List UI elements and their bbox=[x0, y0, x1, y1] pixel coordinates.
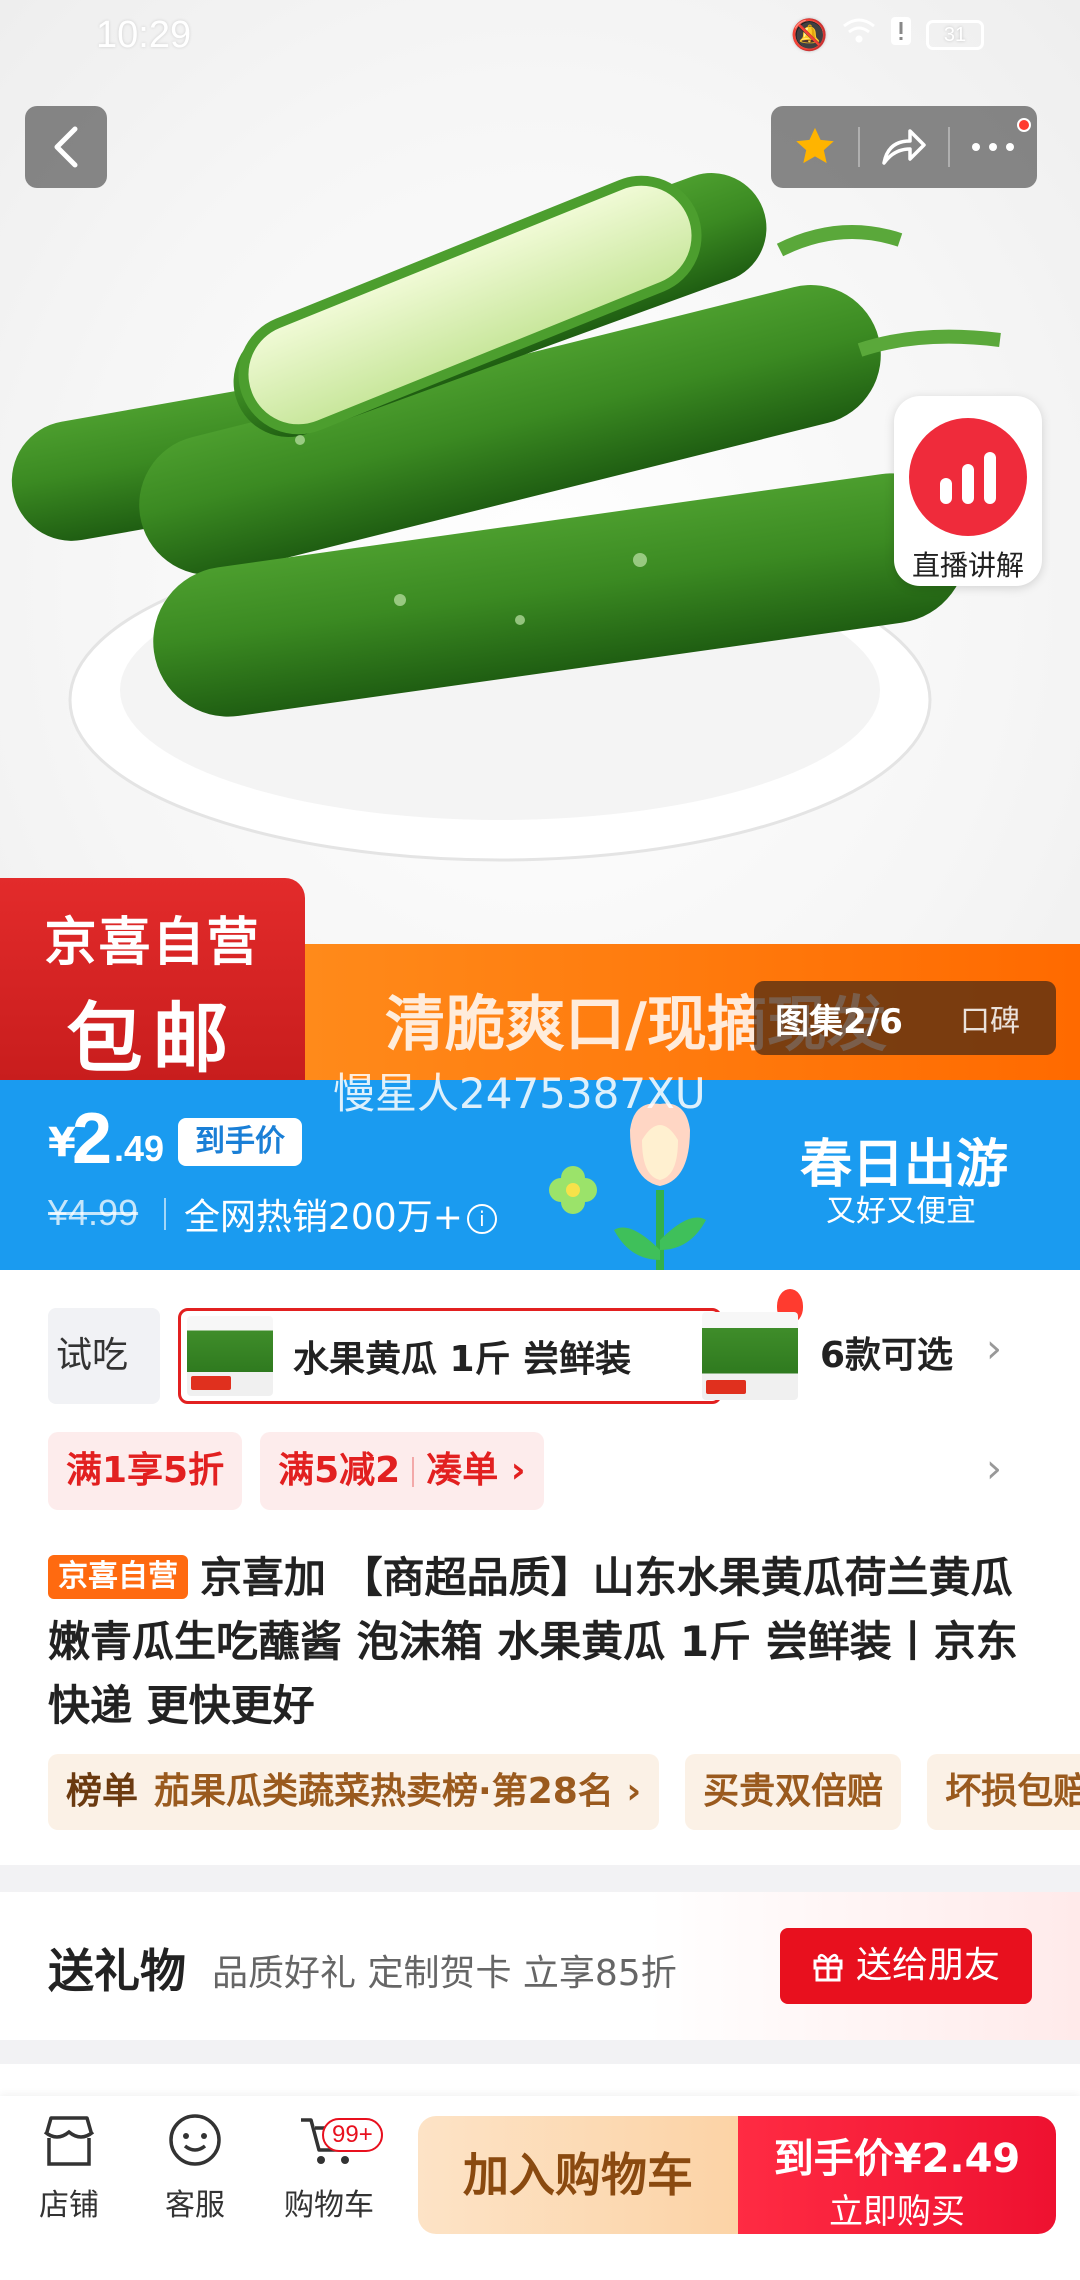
price-decimal: .49 bbox=[114, 1128, 165, 1169]
chevron-right-icon[interactable]: › bbox=[986, 1326, 1002, 1372]
ranking-label: 榜单 bbox=[66, 1771, 139, 1812]
status-bar: 10:29 🔕 31 bbox=[0, 0, 1080, 76]
nav-cart-label: 购物车 bbox=[284, 2188, 374, 2223]
hot-sales-text[interactable]: 全网热销200万+ i bbox=[184, 1188, 497, 1240]
nav-service[interactable]: 客服 bbox=[130, 2112, 260, 2224]
badge-row: 榜单 茄果瓜类蔬菜热卖榜·第28名 › 买贵双倍赔 坏损包赔 bbox=[48, 1754, 1080, 1830]
buy-price-label: 到手价¥2.49 bbox=[773, 2136, 1021, 2182]
mute-icon: 🔕 bbox=[790, 17, 828, 53]
live-bars-icon bbox=[909, 418, 1027, 536]
variant-option-selected[interactable]: 水果黄瓜 1斤 尝鲜装 bbox=[178, 1289, 803, 1404]
send-gift-button[interactable]: 送给朋友 bbox=[780, 1928, 1032, 2004]
send-gift-label: 送给朋友 bbox=[855, 1945, 1000, 1986]
variant-label: 水果黄瓜 1斤 尝鲜装 bbox=[293, 1339, 632, 1380]
gift-subtitle: 品质好礼 定制贺卡 立享85折 bbox=[212, 1953, 677, 1994]
product-detail-page: 10:29 🔕 31 直播讲解 京喜自营 包邮 清脆爽口/现摘现发 图集2/6 … bbox=[0, 0, 1080, 2280]
status-icons: 🔕 31 bbox=[791, 16, 984, 54]
variant-thumbnail bbox=[187, 1316, 273, 1396]
price-guarantee-badge[interactable]: 买贵双倍赔 bbox=[685, 1754, 902, 1830]
gallery-counter-tab[interactable]: 图集2/6 bbox=[754, 994, 924, 1043]
wifi-icon bbox=[842, 17, 876, 53]
star-icon bbox=[795, 127, 834, 164]
jingxi-badge: 京喜自营 包邮 bbox=[0, 878, 305, 1083]
coupon-row: 满1享5折 满5减2 凑单 › bbox=[48, 1432, 544, 1510]
ranking-text: 茄果瓜类蔬菜热卖榜·第28名 › bbox=[154, 1771, 642, 1812]
chevron-right-icon[interactable]: › bbox=[986, 1446, 1002, 1492]
trial-label[interactable]: 试吃 bbox=[48, 1308, 160, 1404]
reviews-tab[interactable]: 口碑 bbox=[924, 996, 1056, 1040]
badge-line2: 包邮 bbox=[66, 994, 239, 1083]
original-price: ¥4.99 bbox=[48, 1192, 139, 1233]
buy-now-button[interactable]: 到手价¥2.49 立即购买 bbox=[738, 2116, 1056, 2234]
customer-service-icon bbox=[169, 2114, 221, 2166]
share-button[interactable] bbox=[860, 106, 947, 188]
nav-store[interactable]: 店铺 bbox=[4, 2112, 134, 2224]
top-action-group bbox=[771, 106, 1037, 188]
chevron-left-icon bbox=[54, 126, 78, 168]
add-to-cart-button[interactable]: 加入购物车 bbox=[418, 2116, 738, 2234]
more-button[interactable] bbox=[950, 106, 1037, 188]
variant-selector: 试吃 水果黄瓜 1斤 尝鲜装 6款可选 › bbox=[48, 1289, 1058, 1404]
user-watermark: 慢星人2475387XU bbox=[333, 1069, 706, 1118]
variant-thumbnail-2[interactable] bbox=[702, 1312, 798, 1400]
hot-sales-label: 全网热销200万+ bbox=[184, 1197, 463, 1238]
live-explain-label: 直播讲解 bbox=[911, 549, 1024, 582]
coupon-discount[interactable]: 满1享5折 bbox=[48, 1432, 243, 1510]
notification-dot bbox=[1016, 118, 1031, 132]
product-title-text: 京喜加 【商超品质】山东水果黄瓜荷兰黄瓜嫩青瓜生吃蘸酱 泡沫箱 水果黄瓜 1斤 … bbox=[48, 1553, 1018, 1730]
share-icon bbox=[882, 129, 926, 165]
back-button[interactable] bbox=[25, 106, 107, 188]
info-icon[interactable]: i bbox=[466, 1204, 497, 1234]
favorite-button[interactable] bbox=[771, 106, 858, 188]
gift-icon bbox=[813, 1953, 843, 1982]
divider bbox=[412, 1457, 415, 1487]
final-price-tag: 到手价 bbox=[178, 1118, 302, 1166]
price-integer: 2 bbox=[72, 1099, 113, 1179]
nav-store-label: 店铺 bbox=[39, 2188, 99, 2223]
nav-service-label: 客服 bbox=[165, 2188, 225, 2223]
gift-title: 送礼物 bbox=[48, 1944, 186, 1998]
battery-icon: 31 bbox=[926, 20, 984, 50]
add-on-order-link[interactable]: 凑单 › bbox=[426, 1450, 525, 1491]
divider bbox=[164, 1198, 166, 1230]
store-tag: 京喜自营 bbox=[48, 1555, 188, 1599]
buy-now-label: 立即购买 bbox=[829, 2192, 965, 2232]
damage-guarantee-badge[interactable]: 坏损包赔 bbox=[927, 1754, 1080, 1830]
promo-subtitle: 又好又便宜 bbox=[826, 1194, 976, 1229]
coupon-reduction[interactable]: 满5减2 凑单 › bbox=[260, 1432, 544, 1510]
coupon-reduction-label: 满5减2 bbox=[278, 1450, 401, 1491]
more-dots-icon bbox=[972, 143, 1015, 151]
cart-count-badge: 99+ bbox=[322, 2118, 383, 2152]
product-title: 京喜自营 京喜加 【商超品质】山东水果黄瓜荷兰黄瓜嫩青瓜生吃蘸酱 泡沫箱 水果黄瓜… bbox=[48, 1546, 1038, 1738]
store-icon bbox=[43, 2116, 95, 2166]
more-variants-button[interactable]: 6款可选 bbox=[820, 1308, 953, 1404]
live-explain-button[interactable]: 直播讲解 bbox=[894, 396, 1042, 586]
gallery-tabs: 图集2/6 口碑 bbox=[754, 981, 1056, 1055]
status-time: 10:29 bbox=[96, 14, 192, 56]
badge-line1: 京喜自营 bbox=[44, 913, 261, 973]
ranking-badge[interactable]: 榜单 茄果瓜类蔬菜热卖榜·第28名 › bbox=[48, 1754, 660, 1830]
alert-icon bbox=[890, 16, 912, 54]
